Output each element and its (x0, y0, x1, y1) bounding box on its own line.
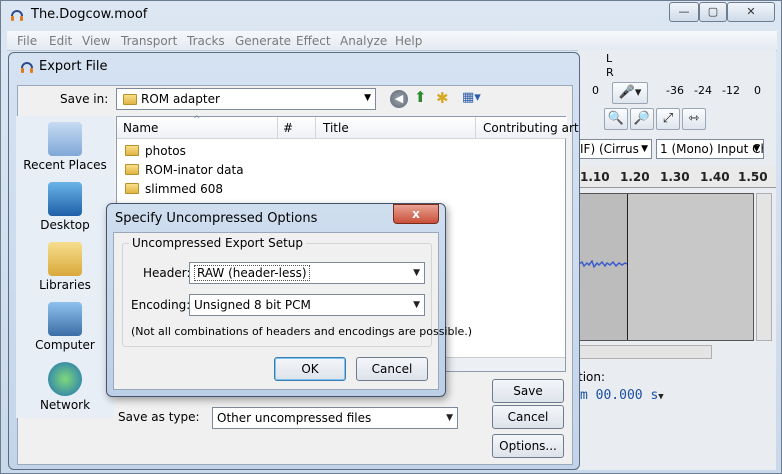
zoom-out-icon[interactable]: 🔎 (630, 108, 654, 130)
menu-view[interactable]: View (82, 34, 110, 48)
audio-position-value[interactable]: m 00.000 s▼ (580, 388, 664, 403)
timeline-tick: 1.40 (700, 170, 730, 184)
save-button[interactable]: Save (492, 379, 564, 403)
save-as-type-select[interactable]: Other uncompressed files ▼ (212, 407, 458, 429)
place-libraries[interactable]: Libraries (16, 242, 114, 292)
menu-help[interactable]: Help (395, 34, 422, 48)
folder-icon (125, 164, 139, 175)
view-menu-icon[interactable]: ▦▾ (462, 90, 488, 107)
headphones-icon (19, 59, 35, 75)
folder-icon (125, 145, 139, 156)
meter-zero: 0 (592, 84, 599, 97)
header-select[interactable]: RAW (header-less) ▼ (189, 262, 425, 284)
timeline-tick: 1.10 (580, 170, 610, 184)
menu-edit[interactable]: Edit (49, 34, 72, 48)
list-item[interactable]: ROM-inator data (125, 163, 244, 177)
list-item[interactable]: slimmed 608 (125, 182, 223, 196)
window-title: The.Dogcow.moof (31, 7, 148, 22)
timeline-ruler[interactable]: 1.10 1.20 1.30 1.40 1.50 (578, 166, 776, 188)
desktop-icon (48, 182, 82, 216)
save-as-type-label: Save as type: (118, 410, 200, 424)
audio-track[interactable] (578, 193, 754, 341)
menu-bar: File Edit View Transport Tracks Generate… (7, 31, 777, 51)
meter-right-label: R (606, 66, 614, 79)
meter-tick: -36 (666, 84, 684, 97)
meter-tick: -12 (722, 84, 740, 97)
input-channels-select[interactable]: 1 (Mono) Input Ch ▼ (656, 139, 764, 159)
save-in-label: Save in: (60, 92, 109, 106)
cancel-button[interactable]: Cancel (492, 405, 564, 429)
timeline-tick: 1.20 (620, 170, 650, 184)
places-bar: Recent Places Desktop Libraries Computer… (16, 116, 114, 418)
dialog-title: Export File (39, 59, 108, 74)
vertical-scrollbar[interactable] (756, 193, 772, 341)
back-icon[interactable]: ◀ (390, 90, 408, 108)
chevron-down-icon: ▼ (364, 93, 371, 103)
column-number[interactable]: # (283, 121, 293, 135)
zoom-in-icon[interactable]: 🔍 (604, 108, 628, 130)
waveform (579, 260, 627, 268)
group-label: Uncompressed Export Setup (129, 236, 307, 250)
maximize-button[interactable]: ▢ (699, 2, 727, 22)
network-icon (48, 362, 82, 396)
menu-generate[interactable]: Generate (235, 34, 291, 48)
menu-analyze[interactable]: Analyze (340, 34, 387, 48)
computer-icon (48, 302, 82, 336)
place-computer[interactable]: Computer (16, 302, 114, 352)
audio-host-select[interactable]: IF) (Cirrus ▼ (576, 139, 652, 159)
folder-icon (123, 94, 137, 105)
close-button[interactable]: x (393, 204, 439, 224)
compatibility-note: (Not all combinations of headers and enc… (131, 325, 473, 338)
column-name[interactable]: Name (123, 121, 158, 135)
chevron-down-icon: ▼ (413, 300, 420, 310)
new-folder-icon[interactable]: ✱ (436, 89, 449, 107)
place-desktop[interactable]: Desktop (16, 182, 114, 232)
timeline-tick: 1.30 (660, 170, 690, 184)
fit-project-icon[interactable]: ⇿ (682, 108, 706, 130)
meter-left-label: L (606, 52, 613, 65)
fit-selection-icon[interactable]: ⤢ (656, 108, 680, 130)
dialog-title: Specify Uncompressed Options (115, 211, 318, 226)
list-item[interactable]: photos (125, 144, 186, 158)
header-label: Header: (143, 266, 191, 280)
menu-tracks[interactable]: Tracks (187, 34, 225, 48)
column-contributing-artists[interactable]: Contributing art (483, 121, 579, 135)
libraries-icon (48, 242, 82, 276)
encoding-label: Encoding: (131, 298, 191, 312)
minimize-button[interactable]: — (669, 2, 699, 22)
place-network[interactable]: Network (16, 362, 114, 412)
meter-tick: -24 (694, 84, 712, 97)
list-header: Name ^ # Title Contributing art (117, 115, 579, 139)
dialog-body: Uncompressed Export Setup Header: RAW (h… (113, 232, 472, 390)
cancel-button[interactable]: Cancel (356, 357, 428, 381)
audio-position-label: tion: (578, 370, 606, 384)
meter-tick: 0 (754, 84, 761, 97)
encoding-select[interactable]: Unsigned 8 bit PCM ▼ (189, 294, 425, 316)
menu-transport[interactable]: Transport (121, 34, 177, 48)
recent-places-icon (48, 122, 82, 156)
chevron-down-icon: ▼ (413, 268, 420, 278)
up-folder-icon[interactable]: ⬆ (414, 88, 427, 106)
uncompressed-options-dialog: Specify Uncompressed Options x Uncompres… (106, 203, 472, 397)
column-title[interactable]: Title (323, 121, 349, 135)
ok-button[interactable]: OK (274, 357, 346, 381)
place-recent-places[interactable]: Recent Places (16, 122, 114, 172)
close-button[interactable]: ✕ (727, 2, 775, 22)
timeline-tick: 1.50 (738, 170, 768, 184)
folder-icon (125, 183, 139, 194)
horizontal-scrollbar[interactable] (578, 345, 712, 359)
options-button[interactable]: Options... (492, 434, 564, 458)
menu-file[interactable]: File (17, 34, 37, 48)
sort-ascending-icon: ^ (193, 115, 201, 125)
menu-effect[interactable]: Effect (296, 34, 331, 48)
chevron-down-icon: ▼ (446, 413, 453, 423)
headphones-icon (9, 7, 25, 23)
export-setup-group: Uncompressed Export Setup Header: RAW (h… (122, 236, 472, 347)
playhead-cursor (627, 194, 628, 340)
save-in-dropdown[interactable]: ROM adapter ▼ (116, 88, 376, 110)
microphone-icon[interactable]: 🎤▾ (612, 82, 648, 104)
